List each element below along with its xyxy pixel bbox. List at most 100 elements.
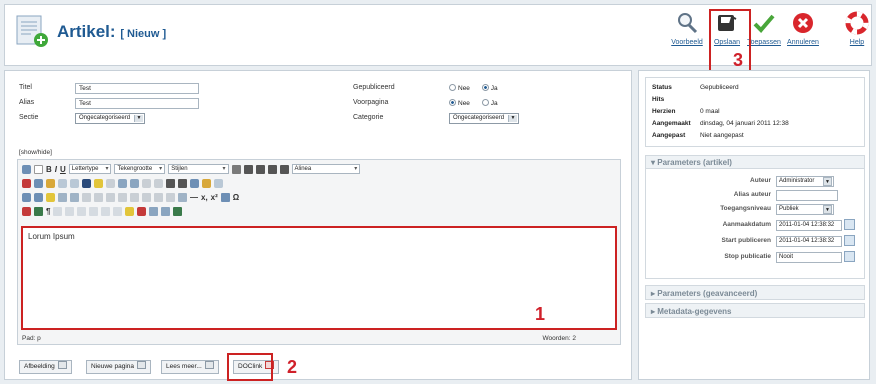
image-button[interactable]: Afbeelding (19, 360, 72, 374)
page-title-text: Artikel: (57, 22, 116, 41)
delete-row-icon[interactable] (118, 192, 127, 202)
preview-doc-icon[interactable] (149, 206, 159, 216)
font-color-icon[interactable] (82, 178, 91, 188)
fullscreen-icon[interactable] (161, 206, 171, 216)
find-icon[interactable] (58, 178, 67, 188)
abbr-icon[interactable] (65, 206, 75, 216)
frontpage-yes-option[interactable]: Ja (481, 99, 498, 107)
access-select[interactable]: Publiek ▼ (776, 204, 834, 215)
publish-start-input[interactable]: 2011-01-04 12:38:32 (776, 236, 842, 247)
cite-icon[interactable] (53, 206, 63, 216)
cancel-button[interactable]: Annuleren (785, 11, 821, 46)
align-justify-icon[interactable] (279, 164, 289, 174)
horizontal-rule-icon[interactable]: — (190, 193, 198, 202)
style-icon[interactable] (22, 206, 31, 216)
styles-select[interactable]: Stijlen (168, 164, 229, 174)
cell-props-icon[interactable] (94, 192, 103, 202)
media-icon[interactable] (58, 192, 67, 202)
author-alias-input[interactable] (776, 190, 838, 201)
main-panel: Titel Test Alias Test Sectie Ongecategor… (4, 70, 632, 381)
category-select[interactable]: Ongecategoriseerd ▼ (449, 113, 519, 124)
highlight-icon[interactable] (94, 178, 103, 188)
read-more-button[interactable]: Lees meer... (161, 360, 219, 374)
indent-icon[interactable] (118, 178, 127, 188)
redo-icon[interactable] (154, 178, 163, 188)
html-icon[interactable] (173, 206, 183, 216)
insert-row-icon[interactable] (106, 192, 115, 202)
new-page-button[interactable]: Nieuwe pagina (86, 360, 152, 374)
outdent-icon[interactable] (130, 178, 139, 188)
publish-stop-input[interactable]: Nooit (776, 252, 842, 263)
bullet-list-icon[interactable] (166, 178, 175, 188)
created-date-input[interactable]: 2011-01-04 12:38:32 (776, 220, 842, 231)
ltr-icon[interactable] (22, 192, 31, 202)
image-icon[interactable] (202, 178, 211, 188)
del-icon[interactable] (89, 206, 99, 216)
numbered-list-icon[interactable] (178, 178, 187, 188)
frontpage-no-option[interactable]: Nee (449, 99, 470, 107)
copy-icon[interactable] (34, 178, 43, 188)
row-props-icon[interactable] (82, 192, 91, 202)
title-input[interactable]: Test (75, 83, 199, 94)
section-select[interactable]: Ongecategoriseerd ▼ (75, 113, 145, 124)
params-article-header[interactable]: ▾ Parameters (artikel) (646, 156, 864, 169)
link-icon[interactable] (190, 178, 199, 188)
font-family-select[interactable]: Lettertype (68, 164, 112, 174)
author-select[interactable]: Administrator ▼ (776, 176, 834, 187)
insert-col-icon[interactable] (130, 192, 139, 202)
align-right-icon[interactable] (267, 164, 277, 174)
ins-icon[interactable] (101, 206, 111, 216)
paste-icon[interactable] (46, 178, 55, 188)
chevron-down-icon: ▼ (823, 177, 832, 186)
help-circle-icon[interactable] (22, 164, 31, 174)
published-no-option[interactable]: Nee (449, 84, 470, 92)
layer-icon[interactable] (34, 206, 43, 216)
frontpage-yes-label: Ja (490, 100, 498, 107)
underline-icon[interactable]: U (60, 165, 66, 174)
pilcrow-icon[interactable]: ¶ (46, 207, 50, 216)
alias-input[interactable]: Test (75, 98, 199, 109)
category-select-value: Ongecategoriseerd (453, 115, 505, 121)
italic-icon[interactable]: I (55, 165, 57, 174)
emoticon-icon[interactable] (46, 192, 55, 202)
anchor-icon[interactable] (106, 178, 115, 188)
calendar-icon[interactable] (844, 219, 855, 230)
rtl-icon[interactable] (34, 192, 43, 202)
cut-icon[interactable] (22, 178, 31, 188)
split-cells-icon[interactable] (154, 192, 163, 202)
table-icon[interactable] (70, 192, 79, 202)
superscript-icon[interactable]: x² (211, 193, 218, 202)
align-left-icon[interactable] (243, 164, 253, 174)
align-center-icon[interactable] (255, 164, 265, 174)
undo-icon[interactable] (142, 178, 151, 188)
preview-button[interactable]: Voorbeeld (669, 11, 705, 46)
apply-button[interactable]: Toepassen (746, 11, 782, 46)
attribs-icon[interactable] (113, 206, 123, 216)
font-size-select[interactable]: Tekengrootte (114, 164, 166, 174)
template-icon[interactable] (125, 206, 135, 216)
replace-icon[interactable] (70, 178, 79, 188)
cleanup-icon[interactable] (214, 178, 223, 188)
acronym-icon[interactable] (77, 206, 87, 216)
omega-icon[interactable]: Ω (233, 193, 239, 202)
charmap-icon[interactable] (220, 192, 230, 202)
subscript-icon[interactable]: x, (201, 193, 208, 202)
page-icon (137, 361, 147, 369)
calendar-icon[interactable] (844, 235, 855, 246)
merge-cells-icon[interactable] (166, 192, 175, 202)
params-article-panel: ▾ Parameters (artikel) Auteur Administra… (645, 155, 865, 279)
bold-icon[interactable]: B (46, 165, 52, 174)
page-break-icon[interactable] (137, 206, 147, 216)
show-hide-link[interactable]: [show/hide] (19, 149, 52, 156)
delete-col-icon[interactable] (142, 192, 151, 202)
published-yes-option[interactable]: Ja (481, 84, 498, 92)
visual-aid-icon[interactable] (178, 192, 187, 202)
editor-content-area[interactable]: Lorum Ipsum 1 (21, 226, 617, 330)
metadata-panel[interactable]: ▸ Metadata-gegevens (645, 303, 865, 318)
new-document-icon[interactable] (34, 164, 43, 174)
strikethrough-icon[interactable] (231, 164, 241, 174)
help-button[interactable]: Help (839, 11, 875, 46)
calendar-icon[interactable] (844, 251, 855, 262)
params-advanced-panel[interactable]: ▸ Parameters (geavanceerd) (645, 285, 865, 300)
format-select[interactable]: Alinea (291, 164, 361, 174)
